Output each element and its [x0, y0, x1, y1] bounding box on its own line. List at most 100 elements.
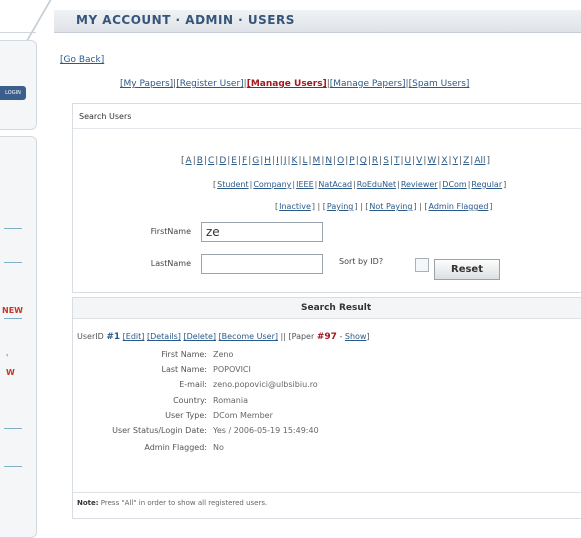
sidebar-divider: [4, 262, 22, 263]
user-type-filter: [Student|Company|IEEE|NatAcad|RoEduNet|R…: [213, 180, 507, 189]
search-result-title: Search Result: [301, 303, 372, 313]
status-filter-link[interactable]: Admin Flagged: [428, 202, 488, 211]
detail-label: Country:: [173, 396, 207, 405]
letter-link[interactable]: P: [349, 156, 354, 166]
detail-label: Admin Flagged:: [144, 443, 207, 452]
paper-close: ]: [366, 332, 370, 341]
search-result-panel: Search Result UserID #1 [Edit] [Details]…: [72, 297, 581, 519]
search-result-header: Search Result: [73, 298, 581, 319]
nav-link[interactable]: [Manage Papers]: [330, 79, 406, 89]
letter-link[interactable]: S: [383, 156, 389, 166]
paper-prefix: || [Paper: [280, 332, 315, 341]
nav-link[interactable]: [My Papers]: [120, 79, 173, 89]
sort-by-id-checkbox[interactable]: [415, 258, 429, 272]
lastname-field[interactable]: [201, 254, 323, 274]
nav-link[interactable]: [Spam Users]: [409, 79, 470, 89]
user-type-link[interactable]: Reviewer: [401, 180, 438, 189]
letter-link[interactable]: W: [427, 156, 436, 166]
lastname-label: LastName: [150, 259, 191, 268]
detail-value: Romania: [213, 396, 248, 405]
sidebar-divider: [4, 228, 22, 229]
nav-link[interactable]: [Manage Users]: [247, 79, 327, 89]
letter-link[interactable]: R: [372, 156, 378, 166]
divider: [73, 492, 581, 493]
user-action-link[interactable]: [Details]: [147, 332, 181, 341]
letter-link[interactable]: X: [441, 156, 447, 166]
user-type-link[interactable]: RoEduNet: [357, 180, 396, 189]
paper-separator: -: [339, 332, 343, 341]
letter-link[interactable]: L: [302, 156, 307, 166]
search-users-title: Search Users: [79, 112, 132, 121]
sort-by-id-label: Sort by ID?: [339, 257, 384, 266]
user-type-link[interactable]: NatAcad: [318, 180, 352, 189]
left-sidebar: LOGIN NEW ‹ W: [0, 0, 40, 538]
status-filter-link[interactable]: Not Paying: [369, 202, 412, 211]
letter-link[interactable]: G: [252, 156, 259, 166]
result-note: Note: Press "All" in order to show all r…: [77, 499, 267, 507]
user-type-link[interactable]: Company: [253, 180, 291, 189]
user-type-link[interactable]: IEEE: [296, 180, 314, 189]
user-action-link[interactable]: [Become User]: [219, 332, 278, 341]
letter-filter: [A|B|C|D|E|F|G|H|I|J|K|L|M|N|O|P|Q|R|S|T…: [181, 156, 491, 166]
page-header: MY ACCOUNT · ADMIN · USERS: [26, 0, 581, 40]
letter-link[interactable]: Y: [453, 156, 459, 166]
letter-link[interactable]: E: [231, 156, 237, 166]
detail-label: User Type:: [165, 411, 207, 420]
letter-link[interactable]: D: [219, 156, 226, 166]
admin-nav: [My Papers]|[Register User]|[Manage User…: [120, 79, 469, 89]
detail-value: zeno.popovici@ulbsibiu.ro: [213, 380, 318, 389]
reset-button[interactable]: Reset: [434, 259, 500, 280]
user-id-prefix: UserID: [77, 332, 104, 341]
firstname-label: FirstName: [150, 227, 191, 236]
letter-link[interactable]: T: [394, 156, 400, 166]
letter-link[interactable]: V: [416, 156, 422, 166]
paper-show-link[interactable]: Show: [345, 332, 367, 341]
letter-link[interactable]: M: [313, 156, 321, 166]
note-text: Press "All" in order to show all registe…: [100, 499, 268, 507]
letter-link[interactable]: U: [405, 156, 412, 166]
sidebar-login-panel: [0, 40, 37, 130]
login-button[interactable]: LOGIN: [0, 86, 26, 100]
letter-link[interactable]: I: [276, 156, 279, 166]
user-type-link[interactable]: Student: [217, 180, 249, 189]
letter-link[interactable]: All: [474, 156, 485, 166]
sidebar-top-tab: [0, 4, 36, 33]
letter-link[interactable]: A: [186, 156, 192, 166]
payment-status-filter: [Inactive] | [Paying] | [Not Paying] | […: [275, 202, 493, 211]
letter-link[interactable]: K: [292, 156, 298, 166]
status-filter-link[interactable]: Inactive: [279, 202, 311, 211]
detail-label: First Name:: [161, 350, 207, 359]
nav-link[interactable]: [Register User]: [176, 79, 243, 89]
detail-value: DCom Member: [213, 411, 273, 420]
detail-value: Zeno: [213, 350, 234, 359]
letter-link[interactable]: Q: [360, 156, 367, 166]
letter-link[interactable]: C: [208, 156, 214, 166]
letter-link[interactable]: Z: [463, 156, 469, 166]
letter-link[interactable]: H: [264, 156, 271, 166]
user-action-link[interactable]: [Delete]: [183, 332, 216, 341]
detail-label: User Status/Login Date:: [112, 426, 207, 435]
letter-link[interactable]: O: [337, 156, 344, 166]
divider: [73, 128, 581, 129]
sidebar-new-badge[interactable]: NEW: [2, 306, 23, 315]
detail-value: Yes / 2006-05-19 15:49:40: [213, 426, 319, 435]
user-type-link[interactable]: DCom: [442, 180, 466, 189]
detail-label: E-mail:: [179, 380, 207, 389]
status-filter-link[interactable]: Paying: [327, 202, 353, 211]
user-action-links: [Edit] [Details] [Delete] [Become User]: [123, 332, 281, 341]
detail-label: Last Name:: [161, 365, 207, 374]
sidebar-new-badge-2[interactable]: W: [6, 368, 15, 377]
user-id: #1: [106, 332, 121, 342]
sidebar-menu-panel: [0, 136, 37, 538]
user-type-link[interactable]: Regular: [471, 180, 502, 189]
go-back-link[interactable]: [Go Back]: [60, 55, 104, 65]
sidebar-divider: [4, 466, 22, 467]
firstname-field[interactable]: ze: [201, 222, 323, 242]
user-action-link[interactable]: [Edit]: [123, 332, 145, 341]
letter-link[interactable]: B: [197, 156, 203, 166]
note-label: Note:: [77, 499, 99, 507]
letter-link[interactable]: F: [242, 156, 247, 166]
sidebar-bullet: ‹: [6, 352, 9, 359]
letter-link[interactable]: N: [325, 156, 332, 166]
page-title: MY ACCOUNT · ADMIN · USERS: [76, 13, 295, 27]
